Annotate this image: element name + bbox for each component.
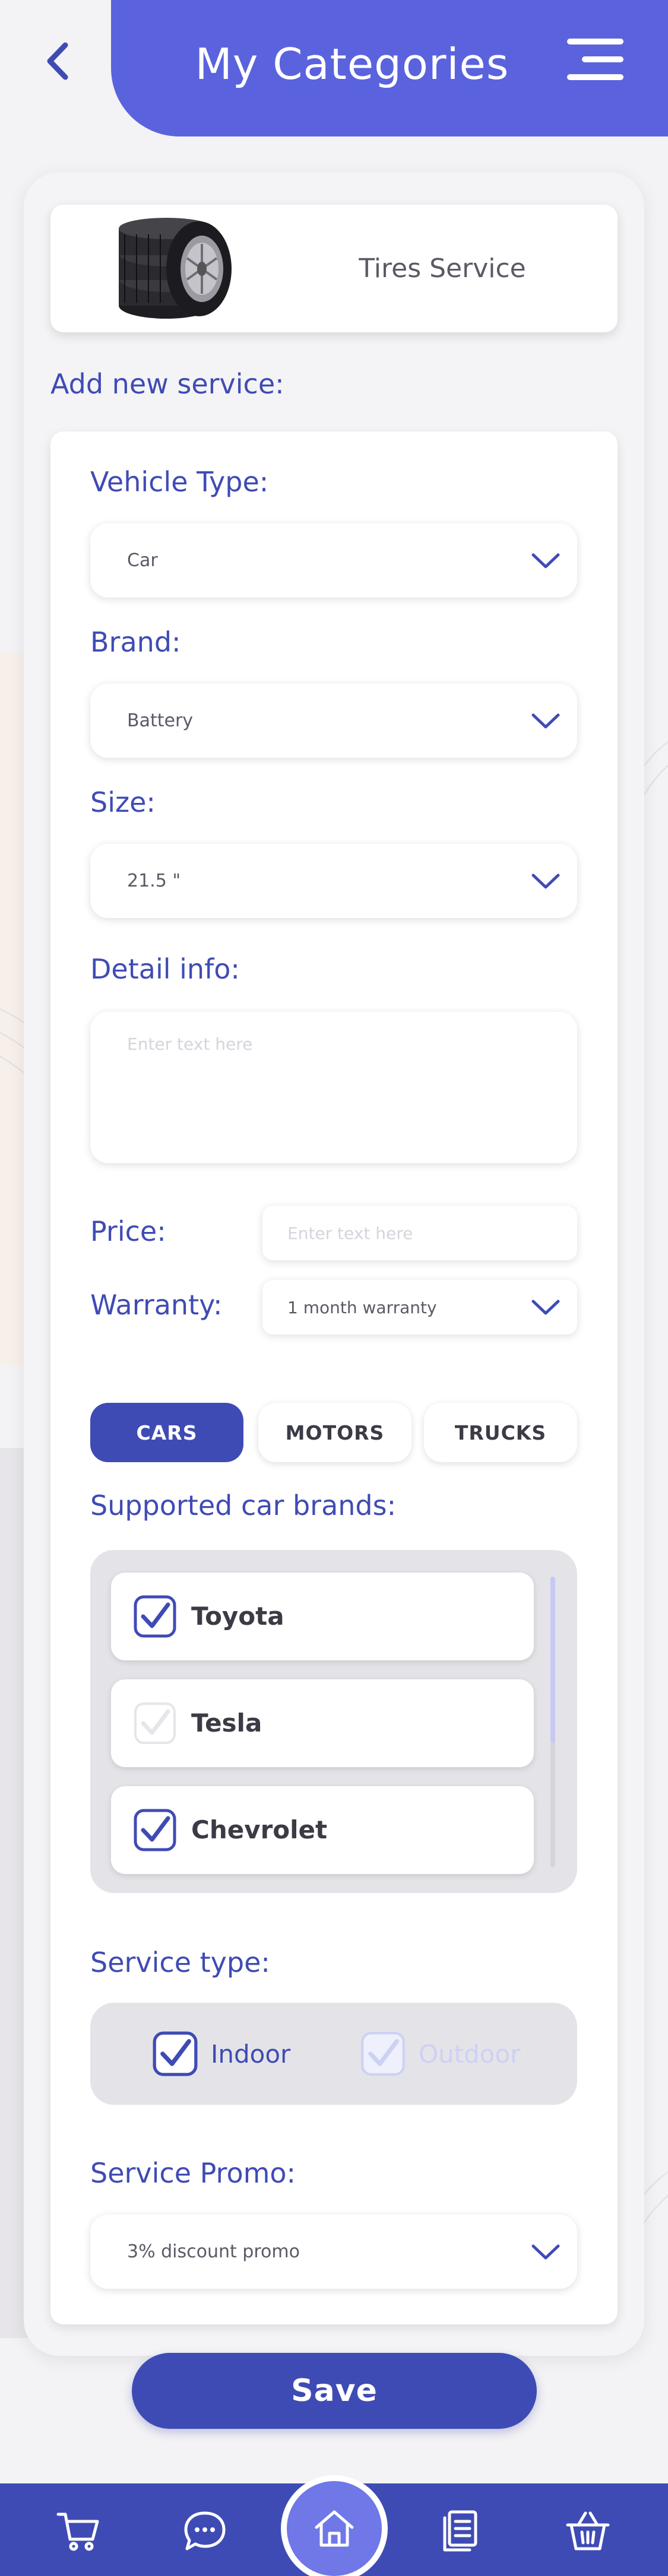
service-promo-label: Service Promo: bbox=[90, 2157, 296, 2189]
home-button[interactable] bbox=[281, 2475, 388, 2576]
tires-image bbox=[119, 218, 232, 319]
service-type-label: Service type: bbox=[90, 1946, 270, 1978]
vehicle-type-select[interactable]: Car bbox=[90, 523, 577, 598]
service-promo-value: 3% discount promo bbox=[127, 2241, 300, 2262]
checkbox-unchecked-icon[interactable] bbox=[134, 1702, 176, 1745]
size-select[interactable]: 21.5 " bbox=[90, 844, 577, 918]
brand-name: Toyota bbox=[191, 1602, 284, 1631]
brand-name: Chevrolet bbox=[191, 1815, 328, 1844]
detail-info-textarea[interactable]: Enter text here bbox=[90, 1012, 577, 1163]
size-value: 21.5 " bbox=[127, 871, 181, 891]
tab-trucks[interactable]: TRUCKS bbox=[424, 1403, 577, 1462]
chat-icon[interactable] bbox=[181, 2507, 229, 2555]
scrollbar-thumb[interactable] bbox=[550, 1577, 555, 1743]
chevron-down-icon bbox=[531, 553, 560, 568]
warranty-select[interactable]: 1 month warranty bbox=[262, 1280, 577, 1335]
service-promo-select[interactable]: 3% discount promo bbox=[90, 2215, 577, 2289]
documents-icon[interactable] bbox=[436, 2507, 484, 2555]
supported-brands-label: Supported car brands: bbox=[90, 1489, 397, 1522]
warranty-value: 1 month warranty bbox=[287, 1297, 437, 1317]
price-placeholder: Enter text here bbox=[287, 1223, 413, 1243]
category-name: Tires Service bbox=[359, 253, 526, 284]
brand-value: Battery bbox=[127, 710, 194, 731]
chevron-down-icon bbox=[531, 713, 560, 728]
service-option-outdoor[interactable]: Outdoor bbox=[360, 2003, 520, 2105]
brand-item-chevrolet[interactable]: Chevrolet bbox=[111, 1786, 534, 1874]
basket-icon[interactable] bbox=[564, 2507, 612, 2555]
size-label: Size: bbox=[90, 786, 156, 818]
add-service-label: Add new service: bbox=[50, 368, 284, 400]
service-type-options: Indoor Outdoor bbox=[90, 2003, 577, 2105]
chevron-left-icon bbox=[47, 42, 68, 80]
detail-info-label: Detail info: bbox=[90, 953, 240, 985]
brand-item-toyota[interactable]: Toyota bbox=[111, 1573, 534, 1660]
chevron-down-icon bbox=[531, 874, 560, 888]
brand-name: Tesla bbox=[191, 1708, 262, 1738]
hamburger-menu-icon bbox=[567, 39, 623, 45]
cart-icon[interactable] bbox=[55, 2507, 102, 2555]
checkbox-unchecked-icon[interactable] bbox=[360, 2031, 406, 2076]
service-option-label: Indoor bbox=[211, 2039, 291, 2069]
service-option-label: Outdoor bbox=[419, 2039, 521, 2069]
vehicle-type-label: Vehicle Type: bbox=[90, 466, 269, 498]
brand-item-tesla[interactable]: Tesla bbox=[111, 1679, 534, 1767]
warranty-label: Warranty: bbox=[90, 1289, 223, 1321]
checkbox-checked-icon[interactable] bbox=[134, 1595, 176, 1638]
detail-info-placeholder: Enter text here bbox=[127, 1034, 253, 1054]
checkbox-checked-icon[interactable] bbox=[153, 2031, 198, 2076]
chevron-down-icon bbox=[531, 1300, 560, 1315]
service-option-indoor[interactable]: Indoor bbox=[153, 2003, 290, 2105]
back-button[interactable] bbox=[37, 34, 78, 88]
category-card[interactable]: Tires Service bbox=[50, 205, 618, 332]
page-title: My Categories bbox=[195, 39, 509, 89]
tab-motors[interactable]: MOTORS bbox=[258, 1403, 411, 1462]
brands-list[interactable]: Toyota Tesla Chevrolet bbox=[90, 1550, 577, 1893]
save-button[interactable]: Save bbox=[132, 2353, 537, 2429]
brand-label: Brand: bbox=[90, 626, 181, 658]
price-input[interactable]: Enter text here bbox=[262, 1206, 577, 1260]
tab-cars[interactable]: CARS bbox=[90, 1403, 243, 1462]
menu-button[interactable] bbox=[564, 36, 623, 83]
vehicle-type-value: Car bbox=[127, 550, 158, 571]
home-icon bbox=[315, 2510, 354, 2547]
price-label: Price: bbox=[90, 1215, 166, 1247]
checkbox-checked-icon[interactable] bbox=[134, 1809, 176, 1851]
brand-select[interactable]: Battery bbox=[90, 684, 577, 758]
chevron-down-icon bbox=[531, 2244, 560, 2259]
